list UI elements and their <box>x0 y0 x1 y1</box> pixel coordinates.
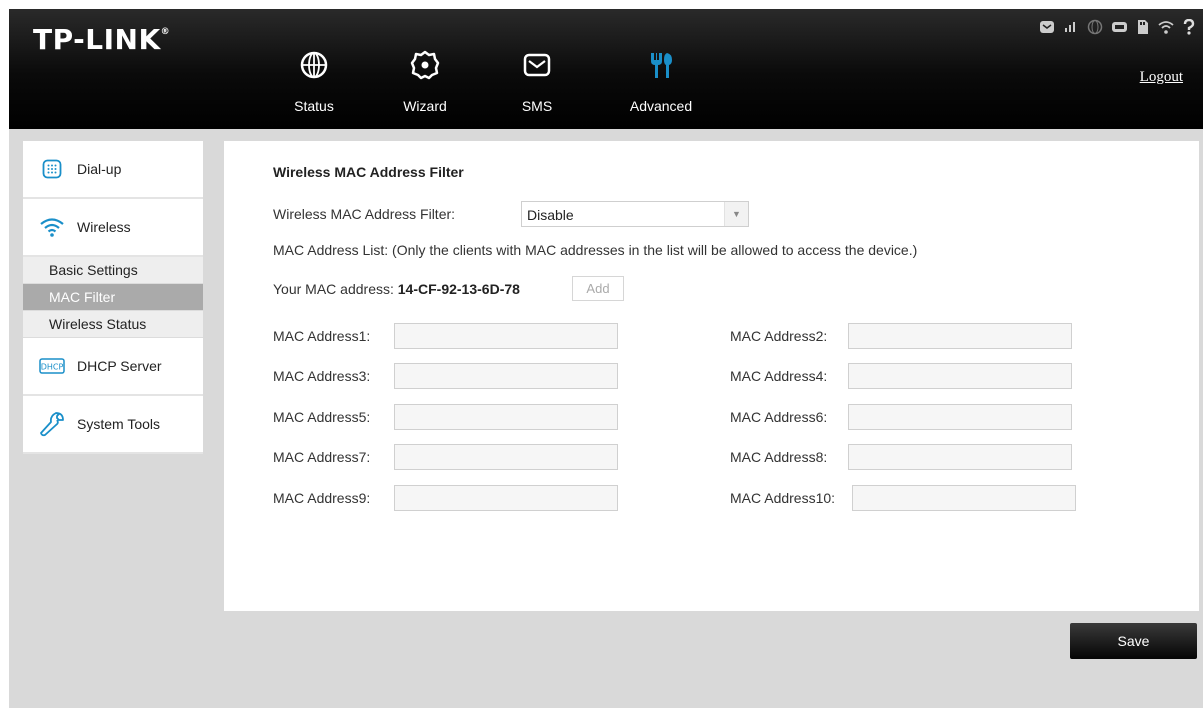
sidebar-subitem-wireless-status[interactable]: Wireless Status <box>23 311 203 338</box>
your-mac-value: 14-CF-92-13-6D-78 <box>397 281 520 297</box>
mac-address-6-label: MAC Address6: <box>730 409 828 425</box>
status-icon-bar <box>1039 17 1195 37</box>
mac-filter-select-value: Disable <box>527 207 574 223</box>
sd-card-icon <box>1137 19 1149 35</box>
mac-address-5-label: MAC Address5: <box>273 409 371 425</box>
mac-address-4-label: MAC Address4: <box>730 368 828 384</box>
nav-sms[interactable]: SMS <box>497 49 577 129</box>
mac-address-9-label: MAC Address9: <box>273 490 371 506</box>
mac-address-3-input[interactable] <box>394 363 618 389</box>
nav-sms-label: SMS <box>521 98 553 114</box>
dhcp-icon: DHCP <box>39 353 65 379</box>
mac-address-10-label: MAC Address10: <box>730 490 836 506</box>
mac-address-2-input[interactable] <box>848 323 1072 349</box>
wifi-icon <box>39 214 65 240</box>
sidebar-item-system-tools[interactable]: System Tools <box>23 396 203 454</box>
mac-address-5-input[interactable] <box>394 404 618 430</box>
mac-list-note: MAC Address List: (Only the clients with… <box>273 242 918 258</box>
sidebar-item-label: Dial-up <box>77 161 122 177</box>
header-bar: TP-LINK® Status Wizard SMS Advanced Logo… <box>9 9 1203 129</box>
wifi-icon <box>1157 19 1175 35</box>
sidebar-item-wireless[interactable]: Wireless <box>23 199 203 257</box>
sms-message-icon[interactable] <box>1039 20 1055 34</box>
mac-address-6-input[interactable] <box>848 404 1072 430</box>
nav-status[interactable]: Status <box>274 49 354 129</box>
wrench-icon <box>39 411 65 437</box>
chevron-down-icon[interactable]: ▼ <box>724 202 748 226</box>
sidebar-item-label: Wireless <box>77 219 131 235</box>
mac-filter-select[interactable]: Disable ▼ <box>521 201 749 227</box>
your-mac-row: Your MAC address: 14-CF-92-13-6D-78 <box>273 281 520 297</box>
mac-address-4-input[interactable] <box>848 363 1072 389</box>
mac-address-1-input[interactable] <box>394 323 618 349</box>
mac-address-10-input[interactable] <box>852 485 1076 511</box>
mac-address-7-input[interactable] <box>394 444 618 470</box>
page-title: Wireless MAC Address Filter <box>273 164 464 180</box>
nav-status-label: Status <box>294 98 334 114</box>
globe-icon <box>300 51 328 79</box>
mac-address-8-label: MAC Address8: <box>730 449 828 465</box>
your-mac-label: Your MAC address: <box>273 281 398 297</box>
mac-address-7-label: MAC Address7: <box>273 449 371 465</box>
sidebar: Dial-up Wireless Basic Settings MAC Filt… <box>23 141 203 454</box>
sidebar-item-dhcp-server[interactable]: DHCP DHCP Server <box>23 338 203 396</box>
mac-address-3-label: MAC Address3: <box>273 368 371 384</box>
mac-address-1-label: MAC Address1: <box>273 328 371 344</box>
signal-icon <box>1063 20 1079 34</box>
save-button[interactable]: Save <box>1070 623 1197 659</box>
help-icon[interactable] <box>1183 19 1195 35</box>
mac-address-9-input[interactable] <box>394 485 618 511</box>
sidebar-subitem-basic-settings[interactable]: Basic Settings <box>23 257 203 284</box>
app-frame: TP-LINK® Status Wizard SMS Advanced Logo… <box>9 9 1203 708</box>
tp-link-logo: TP-LINK® <box>33 23 171 56</box>
add-mac-button[interactable]: Add <box>572 276 624 301</box>
svg-text:DHCP: DHCP <box>41 363 64 372</box>
internet-icon <box>1087 19 1103 35</box>
logout-link[interactable]: Logout <box>1140 69 1183 86</box>
nav-advanced[interactable]: Advanced <box>621 49 701 129</box>
nav-advanced-label: Advanced <box>629 98 693 114</box>
filter-label: Wireless MAC Address Filter: <box>273 206 456 222</box>
sidebar-item-label: DHCP Server <box>77 358 162 374</box>
nav-wizard[interactable]: Wizard <box>385 49 465 129</box>
mac-address-2-label: MAC Address2: <box>730 328 828 344</box>
main-panel: Wireless MAC Address Filter Wireless MAC… <box>224 141 1199 611</box>
envelope-icon <box>523 53 551 77</box>
sidebar-item-dial-up[interactable]: Dial-up <box>23 141 203 199</box>
sidebar-subitem-mac-filter[interactable]: MAC Filter <box>23 284 203 311</box>
nav-wizard-label: Wizard <box>403 98 447 114</box>
tools-icon <box>651 53 672 78</box>
wizard-icon <box>410 50 440 80</box>
dialpad-icon <box>39 156 65 182</box>
mac-address-8-input[interactable] <box>848 444 1072 470</box>
sidebar-item-label: System Tools <box>77 416 160 432</box>
battery-icon <box>1111 20 1129 34</box>
